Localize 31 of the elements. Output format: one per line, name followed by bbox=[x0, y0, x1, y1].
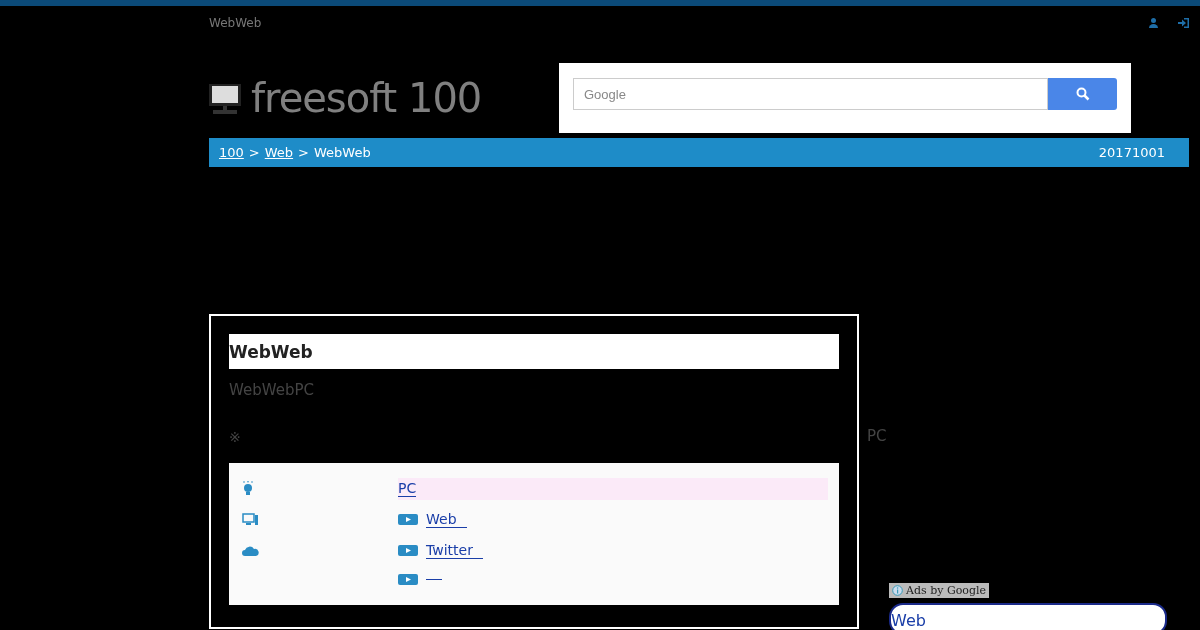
sign-in-icon[interactable] bbox=[1178, 18, 1189, 28]
link[interactable]: Twitter bbox=[426, 542, 483, 559]
search-field[interactable]: Google bbox=[573, 78, 1048, 110]
search-icon bbox=[1075, 87, 1090, 101]
logo-text: freesoft 100 bbox=[251, 75, 482, 121]
link[interactable]: Web bbox=[426, 511, 467, 528]
link[interactable]: PC bbox=[398, 480, 417, 497]
ad-link[interactable]: Web bbox=[889, 603, 1167, 630]
play-icon bbox=[398, 514, 418, 525]
site-title: WebWeb bbox=[209, 16, 262, 30]
article-subtitle: WebWebPC bbox=[229, 381, 315, 399]
date-text: 20171001 bbox=[1098, 145, 1165, 160]
breadcrumb-current: WebWeb bbox=[314, 145, 371, 160]
info-icon bbox=[892, 585, 903, 596]
article-title: WebWeb bbox=[229, 334, 839, 369]
monitor-icon bbox=[209, 82, 241, 114]
play-icon bbox=[398, 545, 418, 556]
note-mark: ※ bbox=[229, 429, 242, 445]
breadcrumb-separator: > bbox=[298, 145, 309, 160]
ads-label[interactable]: Ads by Google bbox=[889, 583, 989, 598]
lightbulb-icon bbox=[242, 481, 254, 496]
breadcrumb-link[interactable]: 100 bbox=[219, 145, 244, 160]
breadcrumb-link[interactable]: Web bbox=[264, 145, 294, 160]
cloud-icon bbox=[242, 545, 259, 556]
play-icon bbox=[398, 573, 418, 585]
breadcrumb-separator: > bbox=[248, 145, 260, 160]
side-text: PC bbox=[867, 427, 888, 445]
computer-icon bbox=[242, 513, 259, 526]
search-button[interactable] bbox=[1048, 78, 1117, 110]
user-icon[interactable] bbox=[1149, 18, 1158, 28]
blank-link[interactable] bbox=[426, 578, 442, 580]
